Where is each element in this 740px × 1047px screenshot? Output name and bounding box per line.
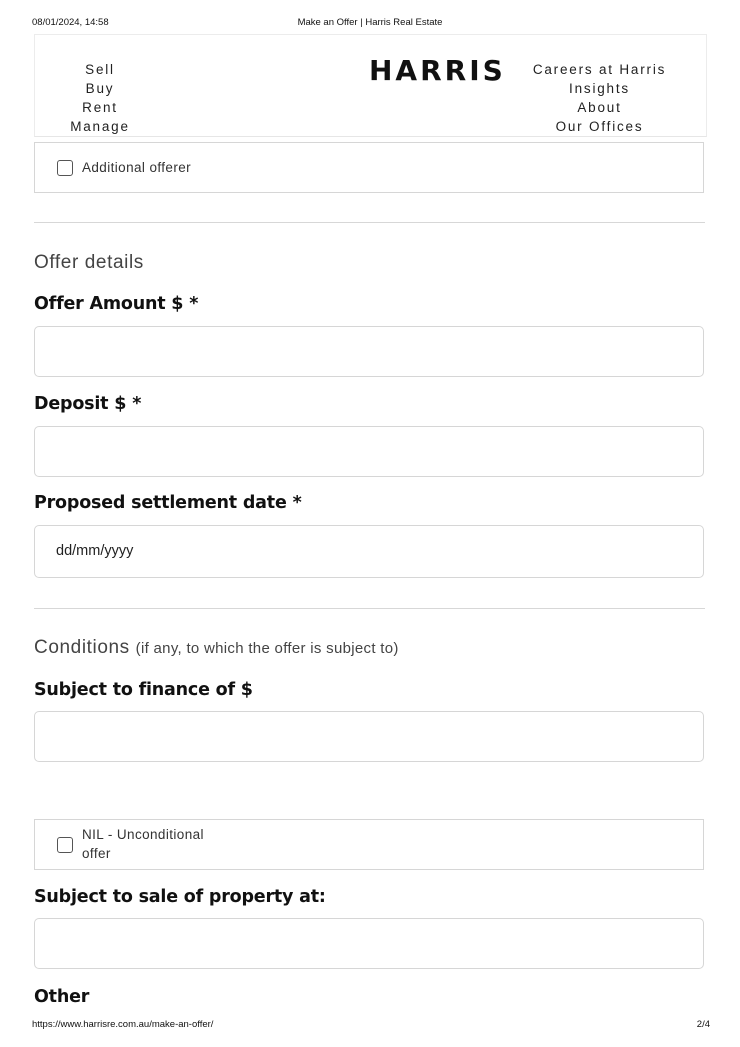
finance-input[interactable] — [34, 711, 704, 762]
print-url: https://www.harrisre.com.au/make-an-offe… — [32, 1019, 214, 1030]
conditions-heading: Conditions (if any, to which the offer i… — [34, 637, 399, 658]
offer-details-heading: Offer details — [34, 252, 144, 273]
sale-of-property-input[interactable] — [34, 918, 704, 969]
unconditional-label: NIL - Unconditional offer — [82, 827, 204, 861]
settlement-date-input[interactable]: dd/mm/yyyy — [34, 525, 704, 578]
other-label: Other — [34, 987, 90, 1007]
harris-logo[interactable]: HARRIS — [369, 54, 506, 87]
nav-sell-link[interactable]: Sell — [35, 60, 165, 79]
additional-offerer-option[interactable]: Additional offerer — [34, 142, 704, 193]
nav-about-link[interactable]: About — [517, 98, 682, 117]
conditions-note: (if any, to which the offer is subject t… — [135, 640, 399, 657]
offer-amount-label: Offer Amount $ * — [34, 294, 199, 314]
deposit-input[interactable] — [34, 426, 704, 477]
settlement-date-label: Proposed settlement date * — [34, 493, 302, 513]
unconditional-checkbox[interactable] — [57, 837, 73, 853]
deposit-label: Deposit $ * — [34, 394, 142, 414]
site-header: Sell Buy Rent Manage HARRIS Careers at H… — [34, 34, 707, 137]
section-divider — [34, 222, 705, 223]
required-mark: * — [189, 294, 199, 314]
required-mark: * — [132, 394, 142, 414]
additional-offerer-label: Additional offerer — [82, 160, 192, 175]
additional-offerer-checkbox[interactable] — [57, 160, 73, 176]
nav-buy-link[interactable]: Buy — [35, 79, 165, 98]
section-divider — [34, 608, 705, 609]
finance-label: Subject to finance of $ — [34, 680, 253, 700]
print-page-number: 2/4 — [696, 1019, 710, 1030]
nav-manage-link[interactable]: Manage — [35, 117, 165, 136]
required-mark: * — [292, 493, 302, 513]
sale-of-property-label: Subject to sale of property at: — [34, 887, 326, 907]
nav-rent-link[interactable]: Rent — [35, 98, 165, 117]
date-placeholder: dd/mm/yyyy — [56, 543, 134, 559]
nav-careers-link[interactable]: Careers at Harris — [517, 60, 682, 79]
nav-our-offices-link[interactable]: Our Offices — [517, 117, 682, 136]
unconditional-option[interactable]: NIL - Unconditional offer — [34, 819, 704, 870]
primary-nav: Sell Buy Rent Manage — [35, 60, 165, 136]
offer-amount-input[interactable] — [34, 326, 704, 377]
secondary-nav: Careers at Harris Insights About Our Off… — [517, 60, 682, 136]
nav-insights-link[interactable]: Insights — [517, 79, 682, 98]
print-page-title: Make an Offer | Harris Real Estate — [297, 17, 443, 28]
